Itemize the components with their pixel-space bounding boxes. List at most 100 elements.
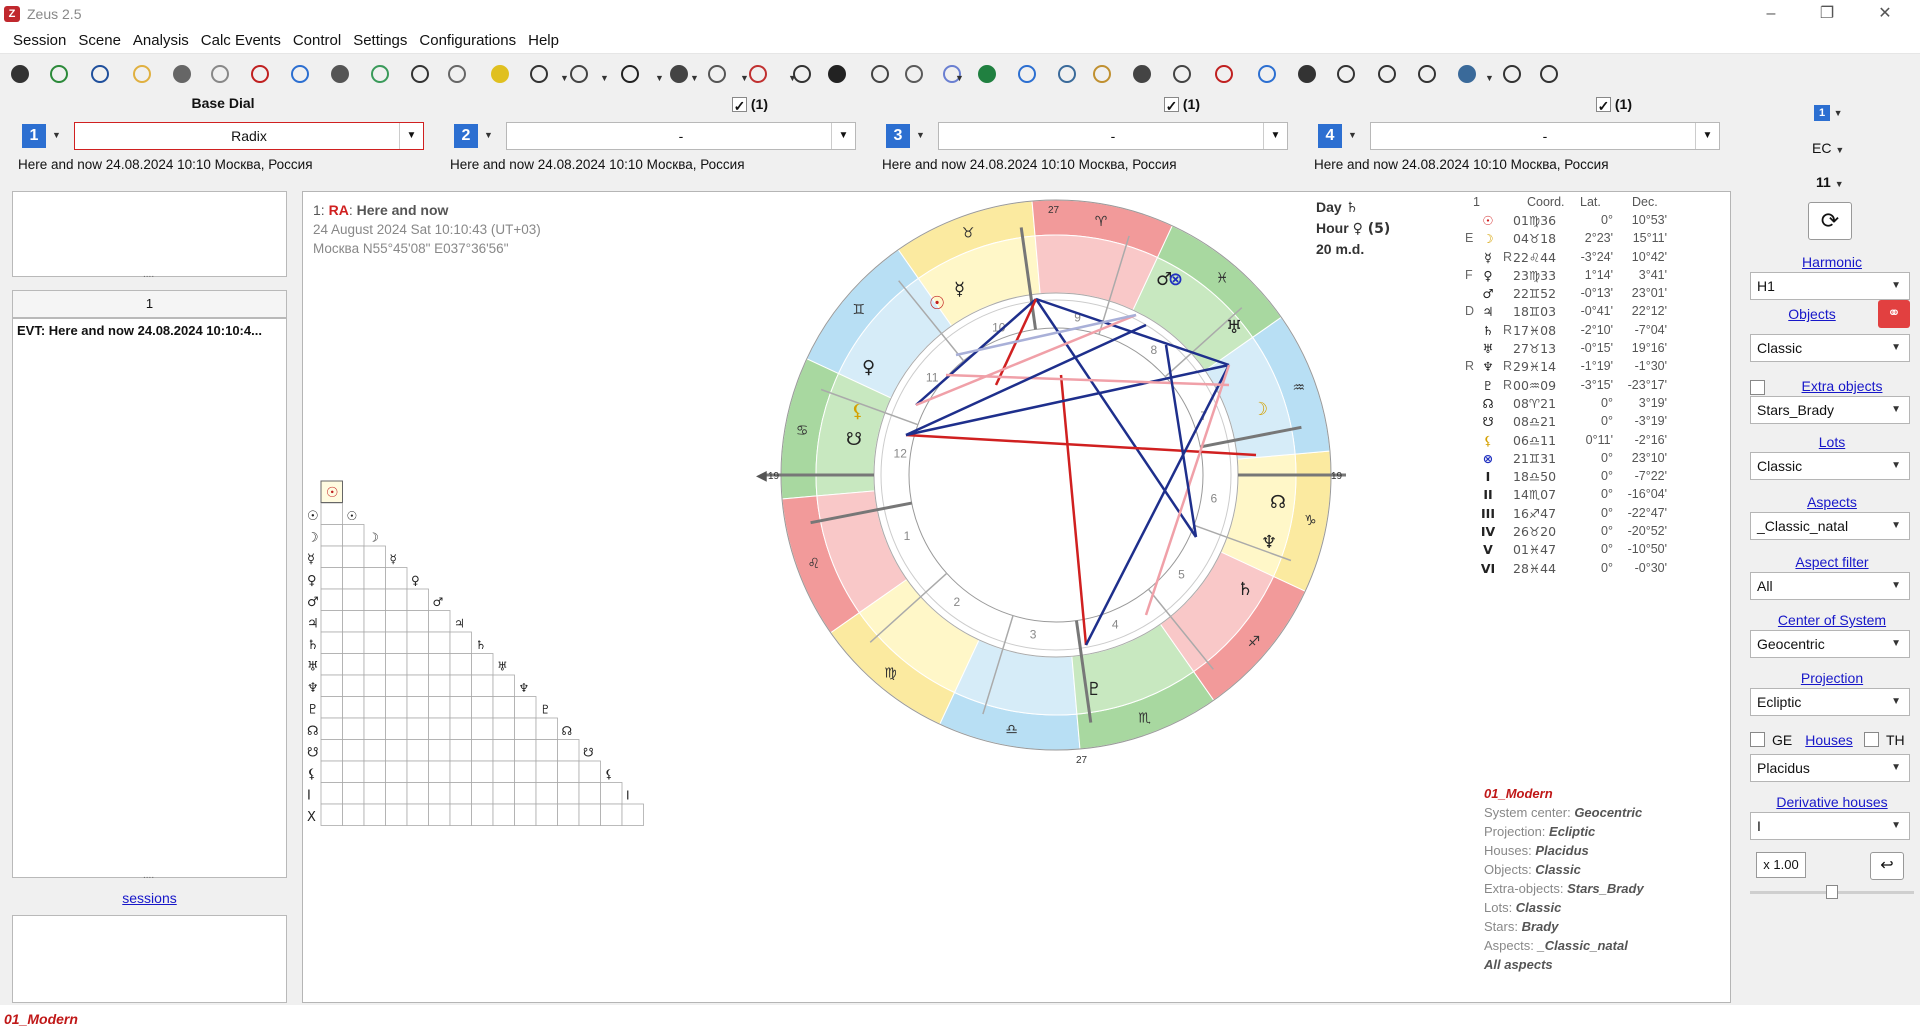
sessions-panel[interactable]: [12, 915, 287, 1003]
dropdown-arrow-icon[interactable]: ▼: [955, 73, 964, 83]
derivative-houses-select[interactable]: I ▼: [1750, 812, 1910, 840]
dropdown-arrow-icon[interactable]: ▼: [560, 73, 569, 83]
aspects-select[interactable]: _Classic_natal ▼: [1750, 512, 1910, 540]
toolbar-tool-32-icon[interactable]: [1255, 62, 1279, 86]
toolbar-tool-12-icon[interactable]: [445, 62, 469, 86]
dial-selector[interactable]: 1 ▼: [1814, 104, 1843, 121]
projection-select[interactable]: Ecliptic ▼: [1750, 688, 1910, 716]
center-select[interactable]: Geocentric ▼: [1750, 630, 1910, 658]
extra-objects-select[interactable]: Stars_Brady ▼: [1750, 396, 1910, 424]
menu-configurations[interactable]: Configurations: [413, 28, 522, 54]
objects-link[interactable]: Objects: [1744, 306, 1880, 322]
toolbar-tool-4-icon[interactable]: [130, 62, 154, 86]
chevron-down-icon[interactable]: ▼: [1348, 130, 1357, 140]
refresh-icon[interactable]: ⟳: [1808, 202, 1852, 240]
dropdown-arrow-icon[interactable]: ▼: [655, 73, 664, 83]
toolbar-tool-31-icon[interactable]: [1212, 62, 1236, 86]
lots-select[interactable]: Classic ▼: [1750, 452, 1910, 480]
toolbar-tool-21-icon[interactable]: [825, 62, 849, 86]
event-tab[interactable]: 1: [12, 290, 287, 318]
toolbar-tool-28-icon[interactable]: [1090, 62, 1114, 86]
toolbar-tool-17-icon[interactable]: [667, 62, 691, 86]
toolbar-tool-13-icon[interactable]: [488, 62, 512, 86]
undo-icon[interactable]: ↩: [1870, 852, 1904, 880]
toolbar-tool-27-icon[interactable]: [1055, 62, 1079, 86]
dropdown-arrow-icon[interactable]: ▼: [740, 73, 749, 83]
menu-scene[interactable]: Scene: [72, 28, 127, 54]
restore-icon[interactable]: ❐: [1804, 2, 1850, 26]
th-checkbox[interactable]: [1864, 732, 1879, 747]
chevron-down-icon[interactable]: ▼: [916, 130, 925, 140]
dial-4-checkbox[interactable]: ✓: [1595, 97, 1611, 114]
dial-number-badge[interactable]: 1: [22, 124, 46, 148]
toolbar-tool-16-icon[interactable]: [618, 62, 642, 86]
toolbar-tool-35-icon[interactable]: [1375, 62, 1399, 86]
toolbar-tool-34-icon[interactable]: [1334, 62, 1358, 86]
toolbar-tool-11-icon[interactable]: [408, 62, 432, 86]
menu-calc-events[interactable]: Calc Events: [195, 28, 287, 54]
dropdown-arrow-icon[interactable]: ▼: [600, 73, 609, 83]
event-item[interactable]: EVT: Here and now 24.08.2024 10:10:4...: [13, 319, 286, 342]
zoom-slider-thumb[interactable]: [1826, 885, 1838, 899]
toolbar-tool-19-icon[interactable]: [746, 62, 770, 86]
dial-number-badge[interactable]: 4: [1318, 124, 1342, 148]
dropdown-arrow-icon[interactable]: ▼: [690, 73, 699, 83]
menu-help[interactable]: Help: [522, 28, 565, 54]
sessions-link[interactable]: sessions: [12, 890, 287, 906]
dropdown-arrow-icon[interactable]: ▼: [1485, 73, 1494, 83]
toolbar-tool-5-icon[interactable]: [170, 62, 194, 86]
menu-session[interactable]: Session: [7, 28, 72, 54]
dial-3-checkbox[interactable]: ✓: [1163, 97, 1179, 114]
objects-select[interactable]: Classic ▼: [1750, 334, 1910, 362]
chevron-down-icon[interactable]: ▼: [484, 130, 493, 140]
menu-analysis[interactable]: Analysis: [127, 28, 195, 54]
toolbar-tool-10-icon[interactable]: [368, 62, 392, 86]
lots-link[interactable]: Lots: [1744, 434, 1920, 450]
dial-1-select[interactable]: Radix ▼: [74, 122, 424, 150]
toolbar-tool-38-icon[interactable]: [1500, 62, 1524, 86]
dropdown-arrow-icon[interactable]: ▼: [788, 73, 797, 83]
aspects-link[interactable]: Aspects: [1744, 494, 1920, 510]
chevron-down-icon[interactable]: ▼: [52, 130, 61, 140]
center-of-system-link[interactable]: Center of System: [1744, 612, 1920, 628]
toolbar-tool-2-icon[interactable]: [47, 62, 71, 86]
projection-link[interactable]: Projection: [1744, 670, 1920, 686]
toolbar-tool-9-icon[interactable]: [328, 62, 352, 86]
splitter-handle-2[interactable]: ....: [143, 870, 154, 881]
dial-3-select[interactable]: - ▼: [938, 122, 1288, 150]
dial-2-checkbox[interactable]: ✓: [731, 97, 747, 114]
toolbar-tool-15-icon[interactable]: [567, 62, 591, 86]
toolbar-tool-8-icon[interactable]: [288, 62, 312, 86]
harmonic-link[interactable]: Harmonic: [1744, 254, 1920, 270]
toolbar-tool-39-icon[interactable]: [1537, 62, 1561, 86]
toolbar-tool-29-icon[interactable]: [1130, 62, 1154, 86]
toolbar-tool-23-icon[interactable]: [902, 62, 926, 86]
houses-link[interactable]: Houses: [1799, 732, 1859, 748]
link-icon[interactable]: ⚭: [1878, 300, 1910, 328]
derivative-houses-link[interactable]: Derivative houses: [1744, 794, 1920, 810]
toolbar-tool-18-icon[interactable]: [705, 62, 729, 86]
extra-objects-link[interactable]: Extra objects: [1764, 378, 1920, 394]
dial-4-select[interactable]: - ▼: [1370, 122, 1720, 150]
aspect-filter-link[interactable]: Aspect filter: [1744, 554, 1920, 570]
minimize-icon[interactable]: –: [1748, 2, 1794, 26]
menu-settings[interactable]: Settings: [347, 28, 413, 54]
toolbar-tool-30-icon[interactable]: [1170, 62, 1194, 86]
toolbar-tool-25-icon[interactable]: [975, 62, 999, 86]
extra-objects-checkbox[interactable]: [1750, 380, 1765, 395]
toolbar-tool-22-icon[interactable]: [868, 62, 892, 86]
toolbar-tool-26-icon[interactable]: [1015, 62, 1039, 86]
dial-number-badge[interactable]: 3: [886, 124, 910, 148]
toolbar-tool-14-icon[interactable]: [527, 62, 551, 86]
splitter-handle[interactable]: ....: [143, 269, 154, 280]
toolbar-tool-36-icon[interactable]: [1415, 62, 1439, 86]
ge-checkbox[interactable]: [1750, 732, 1765, 747]
dial-number-badge[interactable]: 2: [454, 124, 478, 148]
ec-selector[interactable]: EC ▼: [1812, 140, 1844, 156]
harmonic-select[interactable]: H1 ▼: [1750, 272, 1910, 300]
aspect-filter-select[interactable]: All ▼: [1750, 572, 1910, 600]
toolbar-tool-3-icon[interactable]: [88, 62, 112, 86]
houses-select[interactable]: Placidus ▼: [1750, 754, 1910, 782]
notes-panel[interactable]: [12, 191, 287, 277]
toolbar-tool-1-icon[interactable]: [8, 62, 32, 86]
